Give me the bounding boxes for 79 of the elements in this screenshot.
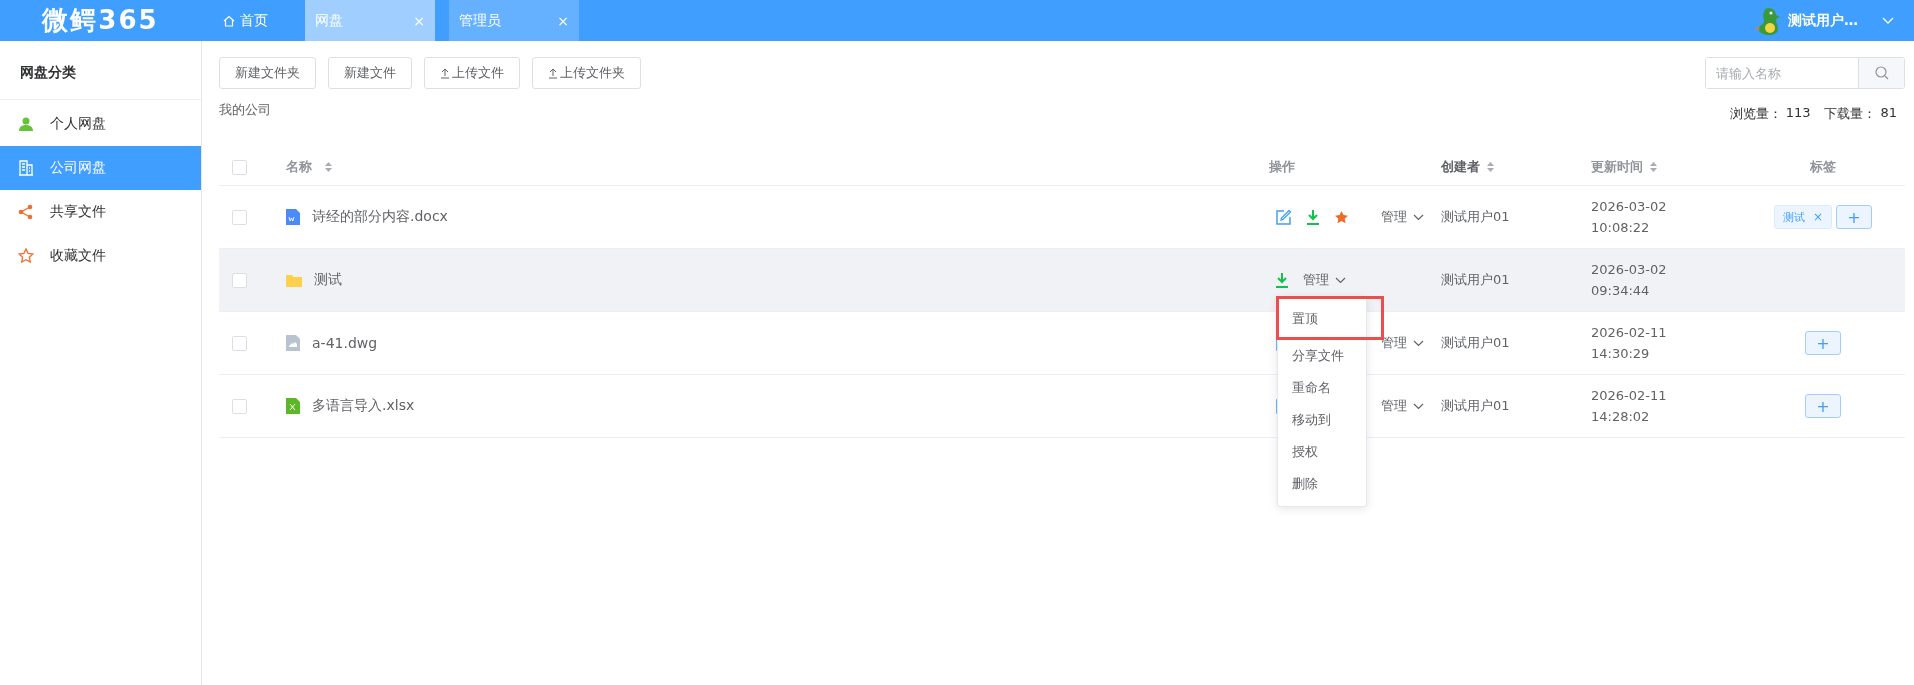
breadcrumb: 我的公司 (219, 101, 271, 119)
menu-item[interactable]: 授权 (1278, 436, 1366, 468)
stat-value: 81 (1880, 105, 1897, 122)
star-icon[interactable] (1334, 209, 1349, 225)
edit-icon[interactable] (1275, 208, 1292, 226)
creator-name: 测试用户01 (1441, 335, 1510, 350)
avatar-icon (1754, 5, 1782, 36)
star-icon (18, 248, 34, 264)
update-date: 2026-02-11 (1591, 388, 1668, 403)
column-header: 操作 (1268, 158, 1296, 176)
app-logo: 微鳄365 (40, 4, 160, 37)
sort-icon[interactable] (324, 161, 333, 173)
menu-item[interactable]: 删除 (1278, 468, 1366, 500)
file-name[interactable]: 测试 (314, 271, 342, 289)
search-icon (1874, 66, 1889, 80)
stat-label: 浏览量： (1729, 105, 1782, 123)
file-name[interactable]: a-41.dwg (312, 335, 378, 351)
chevron-down-icon (1413, 213, 1424, 221)
update-time: 14:28:02 (1591, 409, 1651, 424)
person-icon (18, 116, 34, 132)
update-time: 09:34:44 (1591, 283, 1651, 298)
sidebar-item[interactable]: 共享文件 (0, 190, 201, 234)
chevron-down-icon (1335, 276, 1346, 284)
sidebar-item[interactable]: 个人网盘 (0, 102, 201, 146)
checkbox[interactable] (232, 335, 247, 351)
checkbox[interactable] (232, 272, 247, 288)
toolbar-button[interactable]: 新建文件夹 (219, 57, 316, 89)
upload-icon (440, 67, 450, 79)
creator-name: 测试用户01 (1441, 272, 1510, 287)
menu-item[interactable]: 移动到 (1278, 404, 1366, 436)
upload-icon (548, 67, 558, 79)
chevron-down-icon[interactable] (1882, 16, 1894, 25)
file-name[interactable]: 多语言导入.xlsx (312, 397, 415, 415)
creator-name: 测试用户01 (1441, 209, 1510, 224)
menu-item[interactable]: 分享文件 (1278, 340, 1366, 372)
column-header[interactable]: 创建者 (1441, 158, 1591, 176)
toolbar-button[interactable]: 上传文件 (424, 57, 520, 89)
file-name[interactable]: 诗经的部分内容.docx (312, 208, 448, 226)
menu-item[interactable]: 置顶 (1276, 296, 1384, 340)
excel-file-icon (286, 398, 300, 414)
stat-label: 下载量： (1824, 105, 1877, 123)
manage-dropdown[interactable]: 管理 (1303, 271, 1346, 289)
share-icon (18, 204, 34, 220)
search-field[interactable]: 请输入名称 (1705, 57, 1905, 89)
download-icon[interactable] (1306, 209, 1320, 225)
creator-name: 测试用户01 (1441, 398, 1510, 413)
sort-icon[interactable] (1649, 161, 1658, 173)
chevron-down-icon (1413, 402, 1424, 410)
column-header: 标签 (1809, 158, 1837, 176)
tag-label: 测试 (1782, 209, 1805, 225)
building-icon (18, 160, 34, 176)
stat-value: 113 (1785, 105, 1811, 122)
file-icon (286, 335, 300, 351)
manage-dropdown[interactable]: 管理 (1381, 208, 1424, 226)
update-date: 2026-03-02 (1591, 199, 1668, 214)
checkbox[interactable] (232, 398, 247, 414)
menu-item[interactable]: 重命名 (1278, 372, 1366, 404)
checkbox[interactable] (232, 159, 247, 175)
chevron-down-icon (1413, 339, 1424, 347)
folder-icon (286, 273, 302, 287)
download-icon[interactable] (1275, 272, 1289, 288)
tab-label: 网盘 (315, 11, 343, 30)
checkbox[interactable] (232, 209, 247, 225)
tab-label: 管理员 (459, 11, 501, 30)
sidebar-item[interactable]: 收藏文件 (0, 234, 201, 278)
update-date: 2026-03-02 (1591, 262, 1668, 277)
sidebar-title: 网盘分类 (0, 41, 201, 100)
toolbar-button[interactable]: 新建文件 (328, 57, 412, 89)
table-row[interactable]: 测试 管理 测试用户01 2026-03-02 09:34:44 (219, 249, 1905, 312)
word-file-icon (286, 209, 300, 225)
search-button[interactable] (1858, 58, 1904, 88)
update-date: 2026-02-11 (1591, 325, 1668, 340)
home-icon (223, 14, 235, 27)
update-time: 14:30:29 (1591, 346, 1651, 361)
update-time: 10:08:22 (1591, 220, 1651, 235)
toolbar-button[interactable]: 上传文件夹 (532, 57, 641, 89)
tab-label: 首页 (240, 11, 268, 30)
sort-icon[interactable] (1486, 161, 1495, 173)
manage-dropdown[interactable]: 管理 (1381, 397, 1424, 415)
